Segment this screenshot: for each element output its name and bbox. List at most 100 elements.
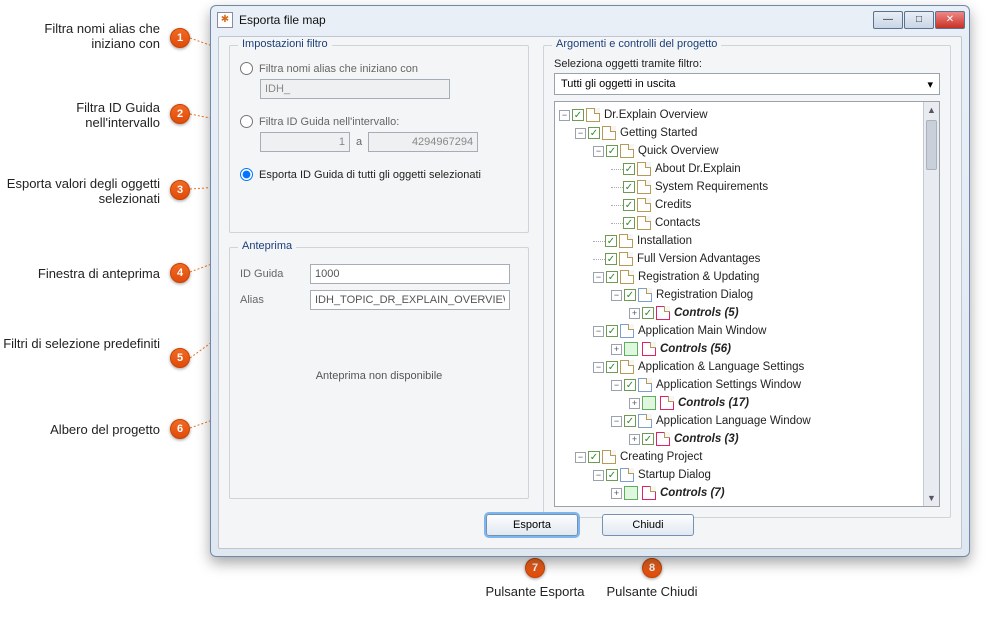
radio-alias-row[interactable]: Filtra nomi alias che iniziano con: [240, 62, 518, 75]
controls-icon: [656, 306, 670, 320]
tree-node[interactable]: ✓ About Dr.Explain: [557, 160, 937, 178]
scrollbar-thumb[interactable]: [926, 120, 937, 170]
checkbox-icon[interactable]: ✓: [606, 145, 618, 157]
collapse-icon[interactable]: −: [575, 452, 586, 463]
collapse-icon[interactable]: −: [593, 326, 604, 337]
tree-node[interactable]: ✓Full Version Advantages: [557, 250, 937, 268]
tree-node[interactable]: ✓System Requirements: [557, 178, 937, 196]
filter-group-title: Impostazioni filtro: [238, 38, 332, 50]
checkbox-icon[interactable]: ✓: [624, 379, 636, 391]
checkbox-icon[interactable]: ✓: [642, 307, 654, 319]
tree-node[interactable]: +Controls (56): [557, 340, 937, 358]
tree-node[interactable]: −✓Application Language Window: [557, 412, 937, 430]
idguida-label: ID Guida: [240, 268, 306, 280]
page-icon: [637, 198, 651, 212]
app-icon: ✱: [217, 12, 233, 28]
collapse-icon[interactable]: −: [593, 362, 604, 373]
checkbox-icon[interactable]: ✓: [605, 253, 617, 265]
idguida-value[interactable]: [310, 264, 510, 284]
collapse-icon[interactable]: −: [575, 128, 586, 139]
checkbox-icon[interactable]: ✓: [623, 181, 635, 193]
tree-node[interactable]: +Controls (7): [557, 484, 937, 502]
radio-range[interactable]: [240, 115, 253, 128]
project-tree[interactable]: ▲ ▼ −✓Dr.Explain Overview −✓Getting Star…: [554, 101, 940, 507]
minimize-button[interactable]: —: [873, 11, 903, 29]
tree-node[interactable]: −✓Registration Dialog: [557, 286, 937, 304]
controls-icon: [656, 432, 670, 446]
checkbox-icon[interactable]: ✓: [642, 433, 654, 445]
tree-node[interactable]: ✓Credits: [557, 196, 937, 214]
controls-icon: [642, 342, 656, 356]
checkbox-icon[interactable]: ✓: [623, 199, 635, 211]
tree-node[interactable]: −✓Creating Project: [557, 448, 937, 466]
checkbox-icon[interactable]: ✓: [588, 127, 600, 139]
radio-range-row[interactable]: Filtra ID Guida nell'intervallo:: [240, 115, 518, 128]
alias-prefix-input[interactable]: [260, 79, 450, 99]
range-from-input[interactable]: [260, 132, 350, 152]
collapse-icon[interactable]: −: [593, 470, 604, 481]
filter-settings-group: Impostazioni filtro Filtra nomi alias ch…: [229, 45, 529, 233]
radio-export-row[interactable]: Esporta ID Guida di tutti gli oggetti se…: [240, 168, 518, 181]
a-icon: [624, 486, 638, 500]
checkbox-icon[interactable]: ✓: [606, 271, 618, 283]
controls-icon: [642, 486, 656, 500]
dialog-window: ✱ Esporta file map — □ ✕ Impostazioni fi…: [210, 5, 970, 557]
collapse-icon[interactable]: −: [611, 416, 622, 427]
annotation-4-badge: 4: [170, 263, 190, 283]
tree-node[interactable]: −✓Registration & Updating: [557, 268, 937, 286]
tree-node[interactable]: −✓Application & Language Settings: [557, 358, 937, 376]
export-button[interactable]: Esporta: [486, 514, 578, 536]
expand-icon[interactable]: +: [629, 308, 640, 319]
alias-value-field[interactable]: [310, 290, 510, 310]
checkbox-icon[interactable]: ✓: [606, 325, 618, 337]
checkbox-icon[interactable]: ✓: [605, 235, 617, 247]
close-button[interactable]: Chiudi: [602, 514, 694, 536]
tree-label: About Dr.Explain: [655, 163, 741, 175]
window-close-button[interactable]: ✕: [935, 11, 965, 29]
checkbox-icon[interactable]: ✓: [624, 289, 636, 301]
collapse-icon[interactable]: −: [559, 110, 570, 121]
checkbox-icon[interactable]: ✓: [572, 109, 584, 121]
page-icon: [637, 216, 651, 230]
collapse-icon[interactable]: −: [593, 146, 604, 157]
titlebar[interactable]: ✱ Esporta file map — □ ✕: [211, 6, 969, 33]
tree-scrollbar[interactable]: ▲ ▼: [923, 102, 939, 506]
checkbox-icon[interactable]: ✓: [606, 469, 618, 481]
maximize-button[interactable]: □: [904, 11, 934, 29]
tree-node[interactable]: −✓Getting Started: [557, 124, 937, 142]
window-icon: [638, 414, 652, 428]
tree-node[interactable]: +Controls (17): [557, 394, 937, 412]
tree-node[interactable]: ✓Contacts: [557, 214, 937, 232]
collapse-icon[interactable]: −: [611, 290, 622, 301]
checkbox-icon[interactable]: ✓: [624, 415, 636, 427]
expand-icon[interactable]: +: [629, 434, 640, 445]
tree-node[interactable]: +✓Controls (5): [557, 304, 937, 322]
tree-node[interactable]: −✓Quick Overview: [557, 142, 937, 160]
tree-node[interactable]: ✓Installation: [557, 232, 937, 250]
window-icon: [620, 468, 634, 482]
checkbox-icon[interactable]: ✓: [606, 361, 618, 373]
filter-combo[interactable]: Tutti gli oggetti in uscita ▾: [554, 73, 940, 95]
scroll-down-icon[interactable]: ▼: [924, 490, 939, 506]
tree-node[interactable]: −✓Application Settings Window: [557, 376, 937, 394]
expand-icon[interactable]: +: [629, 398, 640, 409]
annotation-5-label: Filtri di selezione predefiniti: [0, 336, 160, 351]
window-icon: [638, 288, 652, 302]
tree-node[interactable]: +✓Controls (3): [557, 430, 937, 448]
radio-alias[interactable]: [240, 62, 253, 75]
preview-group-title: Anteprima: [238, 240, 296, 252]
window-title: Esporta file map: [239, 13, 326, 27]
checkbox-icon[interactable]: ✓: [588, 451, 600, 463]
expand-icon[interactable]: +: [611, 344, 622, 355]
tree-node[interactable]: −✓Dr.Explain Overview: [557, 106, 937, 124]
radio-export-selected[interactable]: [240, 168, 253, 181]
expand-icon[interactable]: +: [611, 488, 622, 499]
scroll-up-icon[interactable]: ▲: [924, 102, 939, 118]
checkbox-icon[interactable]: ✓: [623, 217, 635, 229]
checkbox-icon[interactable]: ✓: [623, 163, 635, 175]
range-to-input[interactable]: [368, 132, 478, 152]
collapse-icon[interactable]: −: [611, 380, 622, 391]
tree-node[interactable]: −✓Startup Dialog: [557, 466, 937, 484]
tree-node[interactable]: −✓Application Main Window: [557, 322, 937, 340]
collapse-icon[interactable]: −: [593, 272, 604, 283]
